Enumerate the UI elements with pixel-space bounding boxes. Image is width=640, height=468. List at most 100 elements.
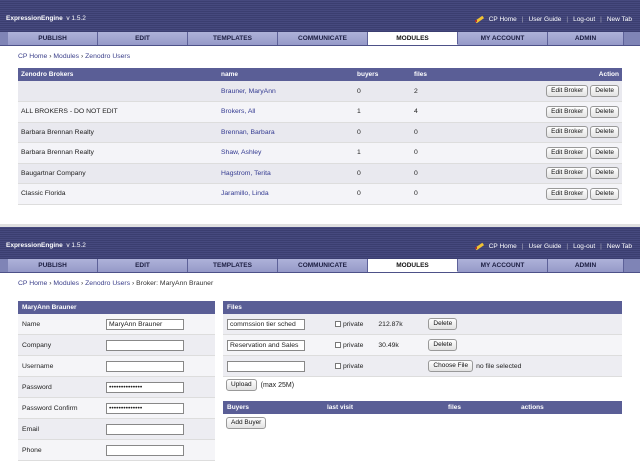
col-action: Action xyxy=(471,68,622,81)
password-confirm-label: Password Confirm xyxy=(22,404,78,412)
edit-broker-button[interactable]: Edit Broker xyxy=(546,187,589,200)
edit-broker-button[interactable]: Edit Broker xyxy=(546,126,589,139)
broker-name-link[interactable]: Shaw, Ashley xyxy=(221,149,261,156)
edit-broker-button[interactable]: Edit Broker xyxy=(546,146,589,159)
edit-broker-button[interactable]: Edit Broker xyxy=(546,85,589,97)
delete-button[interactable]: Delete xyxy=(590,126,619,139)
company-input[interactable] xyxy=(106,339,184,351)
crumb-zenodro-users[interactable]: Zenodro Users xyxy=(85,280,130,287)
brokers-table: Zenodro Brokers name buyers files Action… xyxy=(18,68,622,205)
new-file-row: private Choose File no file selected xyxy=(223,356,622,377)
user-guide-link[interactable]: User Guide xyxy=(529,16,562,23)
max-size-text: (max 25M) xyxy=(260,381,295,389)
col-buyers: buyers xyxy=(354,68,411,81)
name-input[interactable]: MaryAnn Brauner xyxy=(106,318,184,330)
tab-my-account[interactable]: MY ACCOUNT xyxy=(458,259,548,272)
buyers-cell: 0 xyxy=(354,163,411,184)
delete-button[interactable]: Delete xyxy=(590,85,619,97)
private-checkbox[interactable] xyxy=(335,341,341,348)
new-file-name-input[interactable] xyxy=(227,360,305,372)
private-option: private xyxy=(335,321,363,328)
broker-name-link[interactable]: Hagstrom, Terita xyxy=(221,170,271,177)
upload-button[interactable]: Upload xyxy=(226,379,257,391)
delete-file-button[interactable]: Delete xyxy=(428,318,458,330)
file-size: 212.87k xyxy=(378,320,403,328)
email-input[interactable] xyxy=(106,423,184,435)
broker-cell: Baugartnar Company xyxy=(18,163,218,184)
edit-broker-button[interactable]: Edit Broker xyxy=(546,167,589,180)
upload-row: Upload (max 25M) xyxy=(223,377,622,393)
phone-label: Phone xyxy=(22,446,42,454)
name-label: Name xyxy=(22,320,41,328)
delete-button[interactable]: Delete xyxy=(590,105,619,118)
delete-button[interactable]: Delete xyxy=(590,146,619,159)
form-title: MaryAnn Brauner xyxy=(18,301,215,314)
tab-templates[interactable]: TEMPLATES xyxy=(188,259,278,272)
tab-admin[interactable]: ADMIN xyxy=(548,259,624,272)
files-panel: Files commssion tier sched private 212.8… xyxy=(223,301,622,393)
new-tab-link[interactable]: New Tab xyxy=(607,16,632,23)
buyers-cell: 1 xyxy=(354,101,411,123)
table-row: ALL BROKERS - DO NOT EDIT Brokers, All 1… xyxy=(18,101,622,123)
broker-name-link[interactable]: Brokers, All xyxy=(221,108,255,115)
tab-my-account[interactable]: MY ACCOUNT xyxy=(458,32,548,45)
crumb-zenodro-users[interactable]: Zenodro Users xyxy=(85,53,130,60)
password-confirm-input[interactable]: •••••••••••••• xyxy=(106,402,184,414)
tab-publish[interactable]: PUBLISH xyxy=(8,259,98,272)
user-guide-link[interactable]: User Guide xyxy=(529,243,562,250)
password-input[interactable]: •••••••••••••• xyxy=(106,381,184,393)
add-buyer-button[interactable]: Add Buyer xyxy=(226,417,267,429)
private-checkbox[interactable] xyxy=(335,320,341,327)
delete-button[interactable]: Delete xyxy=(590,167,619,180)
crumb-cp-home[interactable]: CP Home xyxy=(18,53,47,60)
delete-file-button[interactable]: Delete xyxy=(428,339,458,351)
private-checkbox[interactable] xyxy=(335,362,341,369)
broker-name-link[interactable]: Jaramillo, Linda xyxy=(221,190,269,197)
username-label: Username xyxy=(22,362,54,370)
logout-link[interactable]: Log-out xyxy=(573,16,595,23)
pencil-icon xyxy=(474,242,484,250)
company-label: Company xyxy=(22,341,52,349)
file-name-input[interactable]: Reservation and Sales xyxy=(227,339,305,351)
files-cell: 0 xyxy=(411,183,471,205)
tab-modules[interactable]: MODULES xyxy=(368,259,458,272)
breadcrumb: CP Home › Modules › Zenodro Users xyxy=(18,53,131,60)
buyers-header: Buyers last visit files actions xyxy=(223,401,622,414)
top-screen: ExpressionEngine v 1.5.2 CP Home | User G… xyxy=(0,0,640,226)
broker-cell: Barbara Brennan Realty xyxy=(18,122,218,143)
tab-edit[interactable]: EDIT xyxy=(98,32,188,45)
tab-communicate[interactable]: COMMUNICATE xyxy=(278,32,368,45)
edit-broker-button[interactable]: Edit Broker xyxy=(546,105,589,118)
cp-home-link[interactable]: CP Home xyxy=(489,243,517,250)
files-cell: 0 xyxy=(411,163,471,184)
tab-admin[interactable]: ADMIN xyxy=(548,32,624,45)
app-logo: ExpressionEngine v 1.5.2 xyxy=(6,242,86,249)
broker-name-link[interactable]: Brauner, MaryAnn xyxy=(221,88,276,95)
table-row: Baugartnar Company Hagstrom, Terita 0 0 … xyxy=(18,163,622,184)
buyers-panel: Buyers last visit files actions Add Buye… xyxy=(223,401,622,432)
col-last-visit: last visit xyxy=(327,404,354,411)
tab-communicate[interactable]: COMMUNICATE xyxy=(278,259,368,272)
col-brokers: Zenodro Brokers xyxy=(18,68,218,81)
field-row-username: Username xyxy=(18,356,215,377)
breadcrumb: CP Home › Modules › Zenodro Users › Brok… xyxy=(18,280,214,287)
file-name-input[interactable]: commssion tier sched xyxy=(227,318,305,330)
broker-cell: Barbara Brennan Realty xyxy=(18,142,218,164)
logout-link[interactable]: Log-out xyxy=(573,243,595,250)
tab-publish[interactable]: PUBLISH xyxy=(8,32,98,45)
broker-name-link[interactable]: Brennan, Barbara xyxy=(221,129,275,136)
phone-input[interactable] xyxy=(106,444,184,456)
new-tab-link[interactable]: New Tab xyxy=(607,243,632,250)
tab-edit[interactable]: EDIT xyxy=(98,259,188,272)
cp-home-link[interactable]: CP Home xyxy=(489,16,517,23)
field-row-name: Name MaryAnn Brauner xyxy=(18,314,215,335)
tab-modules[interactable]: MODULES xyxy=(368,32,458,45)
choose-file-button[interactable]: Choose File xyxy=(428,360,474,372)
crumb-modules[interactable]: Modules xyxy=(53,53,79,60)
username-input[interactable] xyxy=(106,360,184,372)
delete-button[interactable]: Delete xyxy=(590,187,619,200)
crumb-cp-home[interactable]: CP Home xyxy=(18,280,47,287)
tab-templates[interactable]: TEMPLATES xyxy=(188,32,278,45)
table-row: Barbara Brennan Realty Shaw, Ashley 1 0 … xyxy=(18,142,622,164)
crumb-modules[interactable]: Modules xyxy=(53,280,79,287)
